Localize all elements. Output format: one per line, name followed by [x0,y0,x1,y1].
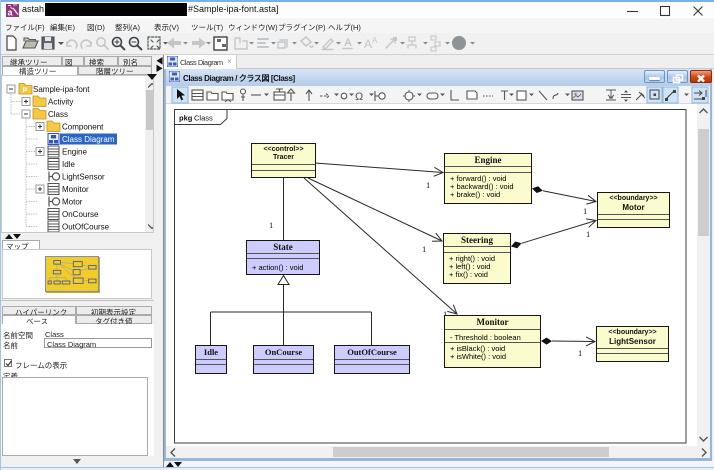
svg-text:Class: Class [194,114,213,123]
svg-text:OutOfCourse: OutOfCourse [62,223,110,232]
svg-text:OnCourse: OnCourse [62,210,99,219]
svg-text:P: P [23,88,28,95]
svg-text:1: 1 [586,229,590,239]
svg-text:1: 1 [426,180,430,190]
svg-text:Idle: Idle [62,160,75,169]
svg-text:1: 1 [422,244,426,254]
svg-text:Engine: Engine [62,148,87,157]
svg-text:pkg: pkg [179,114,193,123]
svg-text:A: A [372,36,378,45]
svg-text:Class Diagram: Class Diagram [62,135,115,144]
svg-text:Motor: Motor [62,198,83,207]
svg-text:Activity: Activity [48,98,73,107]
svg-text:1: 1 [583,206,587,216]
svg-text:Sample-ipa-font: Sample-ipa-font [33,85,90,94]
svg-text:Monitor: Monitor [62,185,89,194]
svg-text:1: 1 [578,348,582,358]
svg-text:1: 1 [269,220,273,230]
svg-text:Ω: Ω [355,91,363,103]
svg-text:A: A [344,37,352,49]
svg-text:Component: Component [62,123,104,132]
svg-text:LightSensor: LightSensor [62,173,105,182]
svg-text:A: A [364,37,372,51]
svg-text:Class: Class [48,110,68,119]
